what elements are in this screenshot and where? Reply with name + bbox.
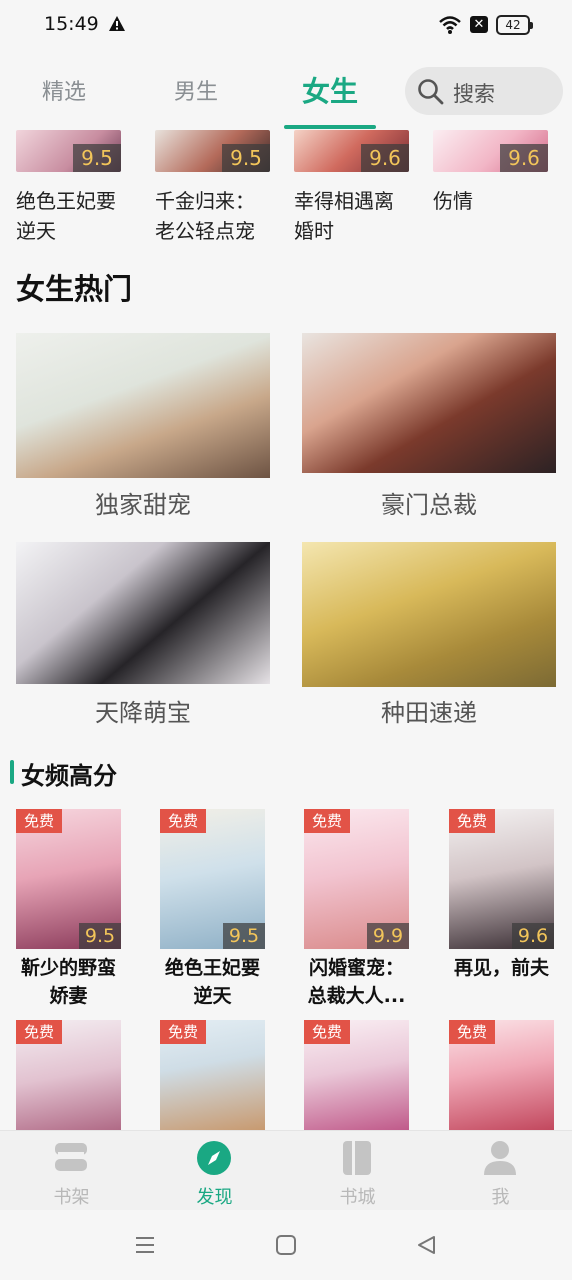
book-title[interactable]: 千金归来： 老公轻点宠 [155, 186, 280, 246]
book-cover[interactable]: 免费 [449, 1020, 554, 1130]
book-title-line: 幸得相遇离 [294, 189, 394, 213]
category-label[interactable]: 独家甜宠 [16, 485, 270, 520]
book-title-line: 千金归来： [155, 189, 255, 213]
book-title-line: 总裁大人... [307, 985, 406, 1007]
section-accent-bar [10, 760, 14, 784]
bookshelf-icon [55, 1143, 87, 1171]
book-title[interactable]: 闪婚蜜宠： 总裁大人... [294, 954, 419, 1010]
book-title-line: 靳少的野蛮 [20, 957, 116, 979]
score-badge: 9.5 [223, 923, 265, 949]
free-badge: 免费 [16, 809, 62, 833]
book-cover[interactable]: 9.5 [16, 130, 121, 172]
search-placeholder: 搜索 [453, 82, 495, 106]
nav-discover[interactable]: 发现 [143, 1131, 286, 1211]
book-title[interactable]: 绝色王妃要 逆天 [150, 954, 275, 1010]
book-title-line: 婚时 [294, 219, 334, 243]
category-label[interactable]: 豪门总裁 [302, 485, 556, 520]
nav-label: 我 [491, 1187, 510, 1208]
book-cover[interactable]: 9.6 [433, 130, 548, 172]
category-image[interactable] [302, 333, 556, 473]
search-icon [418, 79, 444, 105]
book-title[interactable]: 靳少的野蛮 娇妻 [6, 954, 131, 1010]
book-title-line: 再见，前夫 [453, 957, 549, 979]
free-badge: 免费 [160, 1020, 206, 1044]
status-time: 15:49 [44, 13, 99, 35]
free-badge: 免费 [449, 1020, 495, 1044]
score-badge: 9.5 [222, 144, 270, 172]
book-cover[interactable]: 9.5 [155, 130, 270, 172]
book-cover[interactable]: 免费 [304, 1020, 409, 1130]
nav-bookshelf[interactable]: 书架 [0, 1131, 143, 1211]
book-title-line: 伤情 [433, 189, 473, 213]
section-title-hot: 女生热门 [16, 272, 133, 306]
free-badge: 免费 [160, 809, 206, 833]
user-icon [484, 1141, 516, 1175]
book-title-line: 绝色王妃要 [164, 957, 260, 979]
home-icon[interactable] [275, 1234, 297, 1256]
book-title-line: 闪婚蜜宠： [308, 957, 404, 979]
book-title-line: 老公轻点宠 [155, 219, 255, 243]
category-image[interactable] [16, 333, 270, 478]
content-scroll[interactable]: 9.5 9.5 9.6 9.6 绝色王妃要 逆天 千金归来： 老公轻点宠 幸得相… [0, 130, 572, 1130]
battery-icon: 42 [496, 15, 533, 35]
section-title-high-score: 女频高分 [21, 762, 117, 790]
score-badge: 9.6 [500, 144, 548, 172]
book-title-line: 逆天 [16, 219, 56, 243]
tab-featured[interactable]: 精选 [42, 74, 86, 106]
nav-profile[interactable]: 我 [429, 1131, 572, 1211]
book-title[interactable]: 绝色王妃要 逆天 [16, 186, 141, 246]
free-badge: 免费 [16, 1020, 62, 1044]
score-badge: 9.9 [367, 923, 409, 949]
book-title-line: 逆天 [193, 985, 232, 1007]
book-city-icon [343, 1141, 371, 1175]
book-cover[interactable]: 免费 9.9 [304, 809, 409, 949]
book-title-line: 娇妻 [49, 985, 88, 1007]
category-label[interactable]: 种田速递 [302, 693, 556, 728]
warning-icon [109, 16, 125, 31]
bottom-navigation: 书架 发现 书城 我 [0, 1130, 572, 1210]
category-image[interactable] [16, 542, 270, 684]
book-cover[interactable]: 免费 9.5 [16, 809, 121, 949]
system-navigation-bar [0, 1210, 572, 1280]
top-tab-bar: 精选 男生 女生 搜索 [0, 52, 572, 130]
book-title[interactable]: 再见，前夫 [439, 954, 564, 982]
search-box[interactable]: 搜索 [405, 67, 563, 115]
book-title[interactable]: 幸得相遇离 婚时 [294, 186, 419, 246]
score-badge: 9.5 [73, 144, 121, 172]
menu-icon[interactable] [134, 1234, 156, 1256]
nav-label: 书城 [339, 1187, 376, 1208]
active-tab-indicator [284, 125, 376, 129]
tab-male[interactable]: 男生 [174, 74, 218, 106]
book-title-line: 绝色王妃要 [16, 189, 116, 213]
score-badge: 9.5 [79, 923, 121, 949]
category-image[interactable] [302, 542, 556, 687]
book-cover[interactable]: 免费 [160, 1020, 265, 1130]
book-cover[interactable]: 免费 [16, 1020, 121, 1130]
book-title[interactable]: 伤情 [433, 186, 558, 216]
sim-off-icon: ✕ [470, 16, 488, 33]
book-cover[interactable]: 9.6 [294, 130, 409, 172]
tab-female[interactable]: 女生 [302, 70, 358, 110]
book-cover[interactable]: 免费 9.5 [160, 809, 265, 949]
category-label[interactable]: 天降萌宝 [16, 693, 270, 728]
wifi-icon [439, 16, 461, 34]
score-badge: 9.6 [361, 144, 409, 172]
status-bar: 15:49 ✕ 42 [0, 0, 572, 52]
free-badge: 免费 [304, 809, 350, 833]
back-icon[interactable] [415, 1234, 437, 1256]
nav-bookstore[interactable]: 书城 [286, 1131, 429, 1211]
battery-level: 42 [505, 18, 521, 32]
free-badge: 免费 [304, 1020, 350, 1044]
score-badge: 9.6 [512, 923, 554, 949]
nav-label: 书架 [53, 1187, 90, 1208]
nav-label: 发现 [196, 1187, 233, 1208]
free-badge: 免费 [449, 809, 495, 833]
compass-icon [197, 1141, 231, 1175]
book-cover[interactable]: 免费 9.6 [449, 809, 554, 949]
